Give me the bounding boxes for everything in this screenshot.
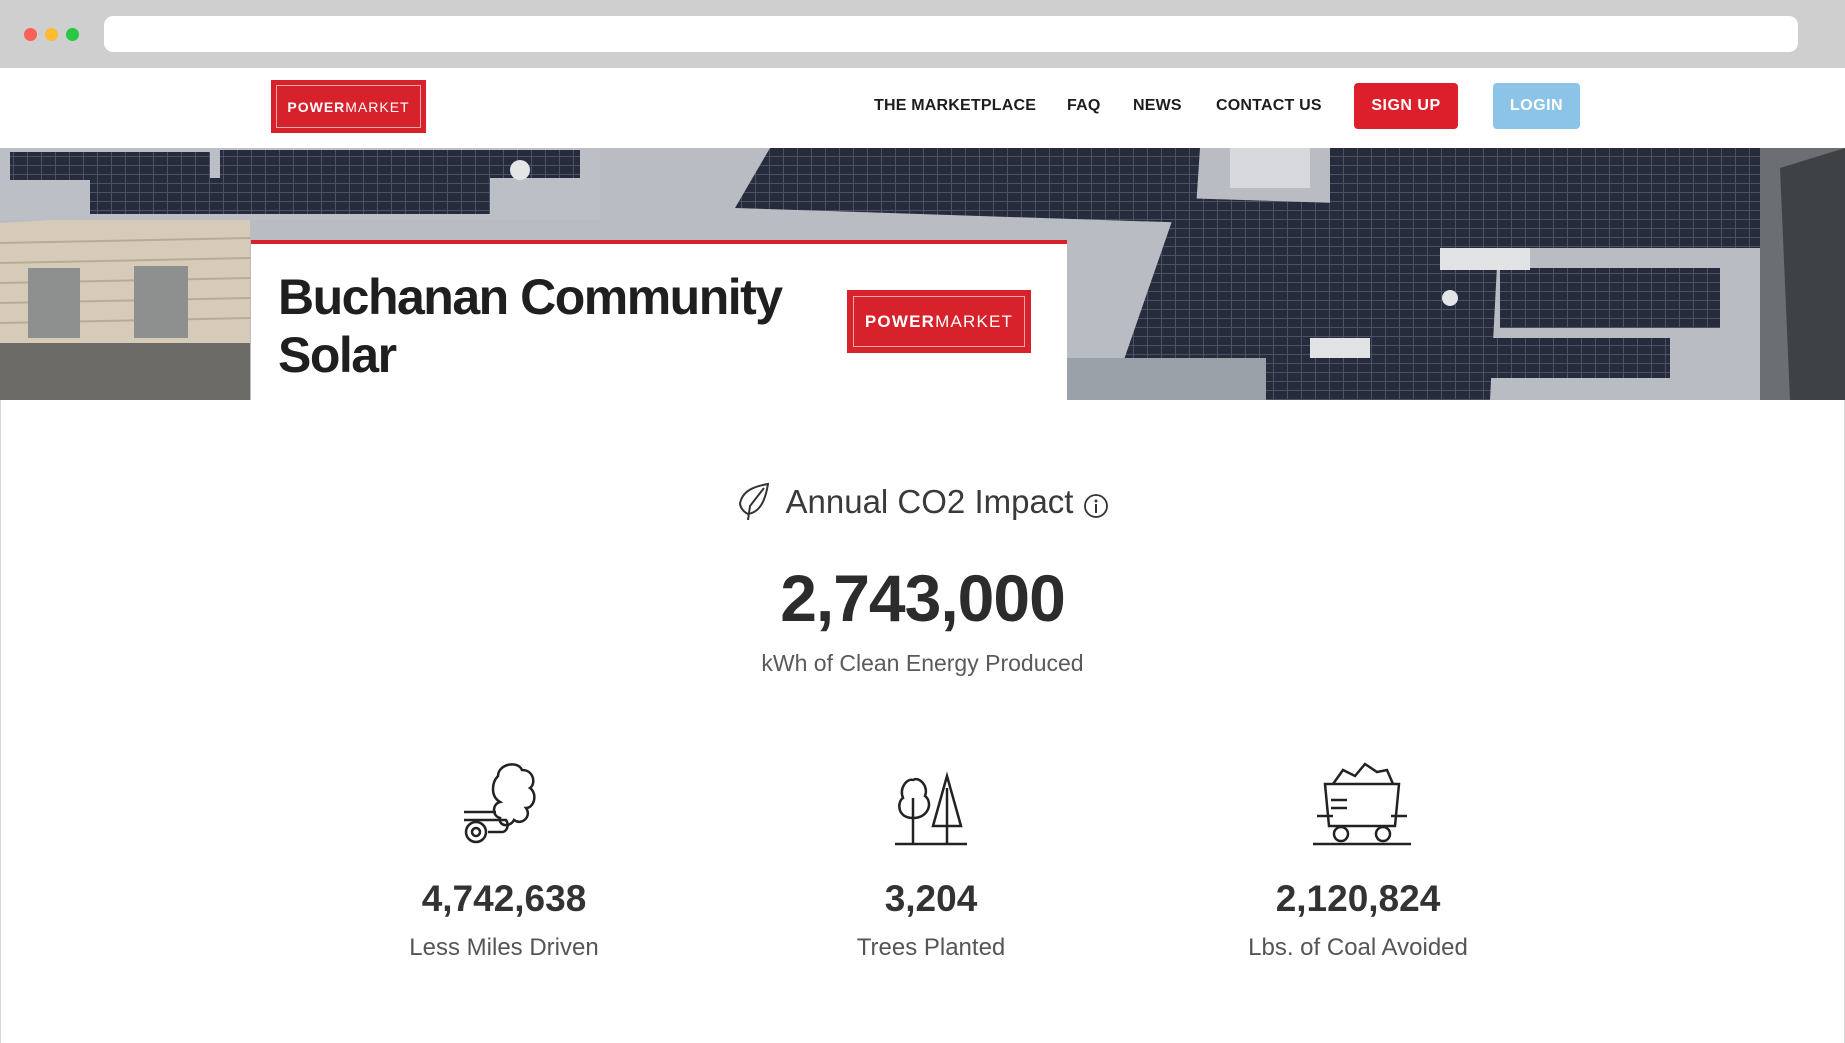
card-logo-text-bold: POWER (864, 311, 936, 331)
project-logo: POWER MARKET (847, 290, 1031, 353)
nav-item-contact-us[interactable]: CONTACT US (1216, 97, 1322, 115)
logo-text-bold: POWER (287, 98, 346, 115)
nav-item-faq[interactable]: FAQ (1067, 97, 1101, 115)
address-bar[interactable] (104, 16, 1798, 52)
nav-item-news[interactable]: NEWS (1133, 97, 1182, 115)
stat-value: 2,120,824 (1275, 878, 1441, 919)
impact-heading-row: Annual CO2 Impact (0, 480, 1845, 524)
leaf-icon (738, 482, 769, 521)
energy-produced-label: kWh of Clean Energy Produced (761, 650, 1084, 676)
minimize-window-button[interactable] (45, 28, 58, 41)
car-exhaust-icon (464, 763, 536, 844)
stat-label: Less Miles Driven (409, 934, 599, 961)
card-logo-text-light: MARKET (935, 311, 1014, 331)
stat-trees: 3,204 Trees Planted (731, 748, 1131, 962)
stat-value: 4,742,638 (421, 878, 587, 919)
stat-value: 3,204 (884, 878, 978, 919)
impact-heading: Annual CO2 Impact (785, 483, 1074, 520)
project-title: Buchanan Community Solar (278, 269, 783, 383)
nav-item-marketplace[interactable]: THE MARKETPLACE (874, 97, 1036, 115)
sign-up-button[interactable]: SIGN UP (1354, 83, 1458, 129)
energy-produced-value: 2,743,000 (780, 561, 1066, 635)
trees-icon (895, 771, 967, 846)
stat-miles: 4,742,638 Less Miles Driven (304, 748, 704, 962)
info-icon[interactable] (1083, 493, 1109, 519)
stat-label: Trees Planted (856, 934, 1006, 961)
stat-coal: 2,120,824 Lbs. of Coal Avoided (1158, 748, 1558, 962)
coal-cart-icon (1313, 762, 1411, 846)
logo-text-light: MARKET (345, 98, 410, 115)
login-button[interactable]: LOGIN (1493, 83, 1580, 129)
browser-window: POWER MARKET THE MARKETPLACE FAQ NEWS CON… (0, 0, 1845, 1043)
maximize-window-button[interactable] (66, 28, 79, 41)
project-title-card: Buchanan Community Solar POWER MARKET (251, 240, 1067, 400)
browser-toolbar (0, 0, 1845, 69)
site-logo[interactable]: POWER MARKET (271, 80, 426, 133)
close-window-button[interactable] (24, 28, 37, 41)
stat-label: Lbs. of Coal Avoided (1248, 934, 1468, 961)
